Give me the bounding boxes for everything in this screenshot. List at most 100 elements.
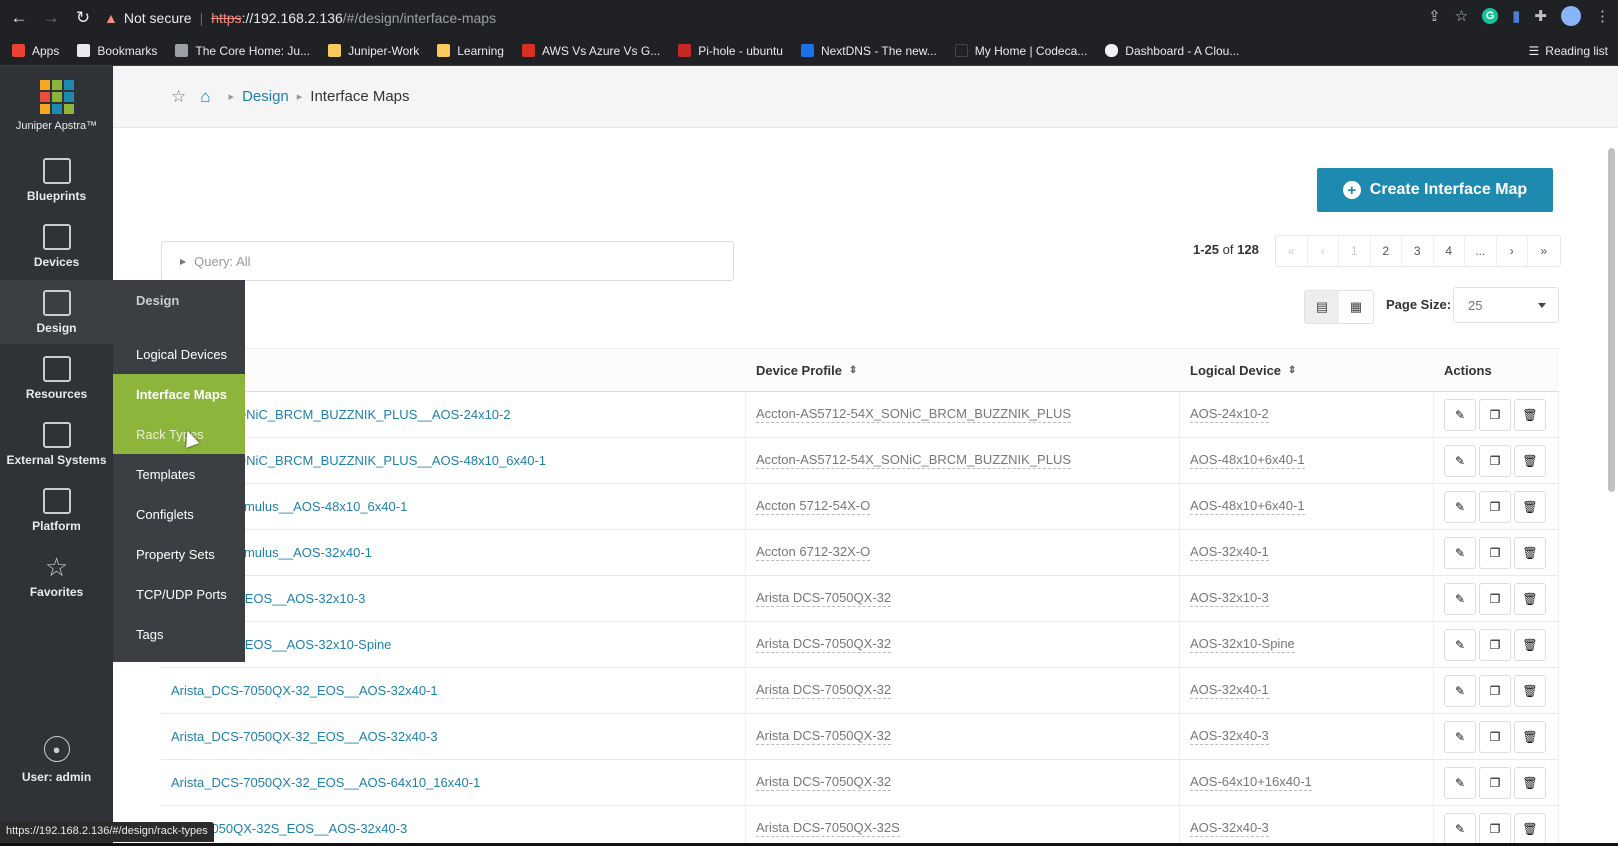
logical-device-cell[interactable]: AOS-32x40-3 xyxy=(1180,714,1434,759)
edit-icon[interactable]: ✎ xyxy=(1444,398,1476,431)
clone-icon[interactable]: ❐ xyxy=(1479,490,1511,523)
device-profile-link[interactable]: Arista DCS-7050QX-32 xyxy=(756,636,892,653)
edit-icon[interactable]: ✎ xyxy=(1444,628,1476,661)
logical-device-cell[interactable]: AOS-32x40-1 xyxy=(1180,530,1434,575)
logical-device-cell[interactable]: AOS-48x10+6x40-1 xyxy=(1180,484,1434,529)
logical-device-cell[interactable]: AOS-32x40-1 xyxy=(1180,668,1434,713)
page-button[interactable]: 3 xyxy=(1402,236,1434,266)
menu-item-templates[interactable]: Templates xyxy=(113,454,245,494)
trash-icon[interactable]: 🗑 xyxy=(1514,720,1546,753)
menu-item-logical-devices[interactable]: Logical Devices xyxy=(113,334,245,374)
first-page-button[interactable]: « xyxy=(1276,236,1308,266)
bookmark-item[interactable]: Apps xyxy=(12,44,59,58)
edit-icon[interactable]: ✎ xyxy=(1444,766,1476,799)
logical-device-link[interactable]: AOS-32x40-1 xyxy=(1190,682,1269,699)
logical-device-link[interactable]: AOS-48x10+6x40-1 xyxy=(1190,498,1305,515)
column-header-device-profile[interactable]: Device Profile ⇕ xyxy=(746,349,1180,391)
interface-map-name-link[interactable]: 712-54X_SONiC_BRCM_BUZZNIK_PLUS__AOS-48x… xyxy=(161,438,746,483)
device-profile-link[interactable]: Accton 5712-54X-O xyxy=(756,498,871,515)
menu-item-configlets[interactable]: Configlets xyxy=(113,494,245,534)
clone-icon[interactable]: ❐ xyxy=(1479,674,1511,707)
query-filter[interactable]: ▶ Query: All xyxy=(161,241,734,281)
bookmark-item[interactable]: Learning xyxy=(437,44,504,58)
trash-icon[interactable]: 🗑 xyxy=(1514,628,1546,661)
logical-device-link[interactable]: AOS-32x40-1 xyxy=(1190,544,1269,561)
device-profile-link[interactable]: Arista DCS-7050QX-32 xyxy=(756,774,892,791)
clone-icon[interactable]: ❐ xyxy=(1479,536,1511,569)
profile-avatar-icon[interactable] xyxy=(1561,6,1581,26)
user-menu[interactable]: ● User: admin xyxy=(0,736,113,784)
sidebar-item-devices[interactable]: Devices xyxy=(0,214,113,278)
table-view-icon[interactable]: ▤ xyxy=(1305,291,1339,323)
interface-map-name-link[interactable]: 712-54X_SONiC_BRCM_BUZZNIK_PLUS__AOS-24x… xyxy=(161,392,746,437)
clone-icon[interactable]: ❐ xyxy=(1479,766,1511,799)
device-profile-cell[interactable]: Accton 5712-54X-O xyxy=(746,484,1180,529)
bookmark-item[interactable]: The Core Home: Ju... xyxy=(175,44,310,58)
edit-icon[interactable]: ✎ xyxy=(1444,444,1476,477)
extensions-puzzle-icon[interactable]: ✚ xyxy=(1534,7,1547,25)
sidebar-item-external-systems[interactable]: External Systems xyxy=(0,412,113,476)
bookmark-item[interactable]: Pi-hole - ubuntu xyxy=(678,44,783,58)
menu-kebab-icon[interactable]: ⋮ xyxy=(1595,7,1610,25)
device-profile-cell[interactable]: Arista DCS-7050QX-32S xyxy=(746,806,1180,846)
logical-device-link[interactable]: AOS-32x40-3 xyxy=(1190,728,1269,745)
logical-device-link[interactable]: AOS-32x40-3 xyxy=(1190,820,1269,837)
sidebar-item-favorites[interactable]: ☆ Favorites xyxy=(0,544,113,608)
column-header-name[interactable] xyxy=(161,349,746,391)
edit-icon[interactable]: ✎ xyxy=(1444,812,1476,845)
interface-map-name-link[interactable]: Arista_DCS-7050QX-32_EOS__AOS-32x40-3 xyxy=(161,714,746,759)
interface-map-name-link[interactable]: 2-32X-O_Cumulus__AOS-32x40-1 xyxy=(161,530,746,575)
share-icon[interactable]: ⇪ xyxy=(1428,7,1441,25)
device-profile-cell[interactable]: Arista DCS-7050QX-32 xyxy=(746,576,1180,621)
clone-icon[interactable]: ❐ xyxy=(1479,444,1511,477)
column-header-logical-device[interactable]: Logical Device ⇕ xyxy=(1180,349,1434,391)
sort-icon[interactable]: ⇕ xyxy=(1288,365,1296,376)
reading-list[interactable]: ☰ Reading list xyxy=(1529,44,1608,58)
device-profile-link[interactable]: Arista DCS-7050QX-32 xyxy=(756,682,892,699)
trash-icon[interactable]: 🗑 xyxy=(1514,582,1546,615)
bookmark-item[interactable]: NextDNS - The new... xyxy=(800,44,937,58)
interface-map-name-link[interactable]: 7050QX-32_EOS__AOS-32x10-3 xyxy=(161,576,746,621)
interface-map-name-link[interactable]: Arista_DCS-7050QX-32_EOS__AOS-64x10_16x4… xyxy=(161,760,746,805)
logical-device-cell[interactable]: AOS-32x10-Spine xyxy=(1180,622,1434,667)
device-profile-link[interactable]: Arista DCS-7050QX-32 xyxy=(756,590,892,607)
clone-icon[interactable]: ❐ xyxy=(1479,812,1511,845)
prev-page-button[interactable]: ‹ xyxy=(1308,236,1339,266)
page-scrollbar[interactable] xyxy=(1606,148,1616,838)
logical-device-link[interactable]: AOS-48x10+6x40-1 xyxy=(1190,452,1305,469)
page-button[interactable]: 4 xyxy=(1434,236,1465,266)
logical-device-link[interactable]: AOS-32x10-3 xyxy=(1190,590,1269,607)
device-profile-link[interactable]: Arista DCS-7050QX-32S xyxy=(756,820,900,837)
menu-item-interface-maps[interactable]: Interface Maps xyxy=(113,374,245,414)
logical-device-link[interactable]: AOS-64x10+16x40-1 xyxy=(1190,774,1312,791)
menu-item-rack-types[interactable]: Rack Types xyxy=(113,414,245,454)
last-page-button[interactable]: » xyxy=(1528,236,1560,266)
logical-device-cell[interactable]: AOS-32x40-3 xyxy=(1180,806,1434,846)
sort-icon[interactable]: ⇕ xyxy=(849,365,857,376)
bookmark-item[interactable]: Dashboard - A Clou... xyxy=(1105,44,1239,58)
favorite-star-icon[interactable]: ☆ xyxy=(171,87,186,107)
logical-device-link[interactable]: AOS-32x10-Spine xyxy=(1190,636,1295,653)
device-profile-cell[interactable]: Accton 6712-32X-O xyxy=(746,530,1180,575)
trash-icon[interactable]: 🗑 xyxy=(1514,674,1546,707)
edit-icon[interactable]: ✎ xyxy=(1444,536,1476,569)
grid-view-icon[interactable]: ▦ xyxy=(1339,291,1373,323)
scrollbar-thumb[interactable] xyxy=(1608,148,1615,492)
trash-icon[interactable]: 🗑 xyxy=(1514,444,1546,477)
page-button[interactable]: 1 xyxy=(1339,236,1371,266)
device-profile-cell[interactable]: Accton-AS5712-54X_SONiC_BRCM_BUZZNIK_PLU… xyxy=(746,392,1180,437)
reload-icon[interactable]: ↻ xyxy=(70,5,96,31)
device-profile-link[interactable]: Accton-AS5712-54X_SONiC_BRCM_BUZZNIK_PLU… xyxy=(756,452,1072,469)
brand-logo[interactable]: Juniper Apstra™ xyxy=(0,80,113,132)
bookmark-item[interactable]: Juniper-Work xyxy=(328,44,419,58)
trash-icon[interactable]: 🗑 xyxy=(1514,536,1546,569)
edit-icon[interactable]: ✎ xyxy=(1444,582,1476,615)
device-profile-cell[interactable]: Arista DCS-7050QX-32 xyxy=(746,668,1180,713)
forward-arrow-icon[interactable]: → xyxy=(38,5,64,31)
device-profile-cell[interactable]: Accton-AS5712-54X_SONiC_BRCM_BUZZNIK_PLU… xyxy=(746,438,1180,483)
clone-icon[interactable]: ❐ xyxy=(1479,720,1511,753)
device-profile-cell[interactable]: Arista DCS-7050QX-32 xyxy=(746,760,1180,805)
menu-item-tags[interactable]: Tags xyxy=(113,614,245,654)
home-icon[interactable]: ⌂ xyxy=(200,87,210,107)
trash-icon[interactable]: 🗑 xyxy=(1514,398,1546,431)
